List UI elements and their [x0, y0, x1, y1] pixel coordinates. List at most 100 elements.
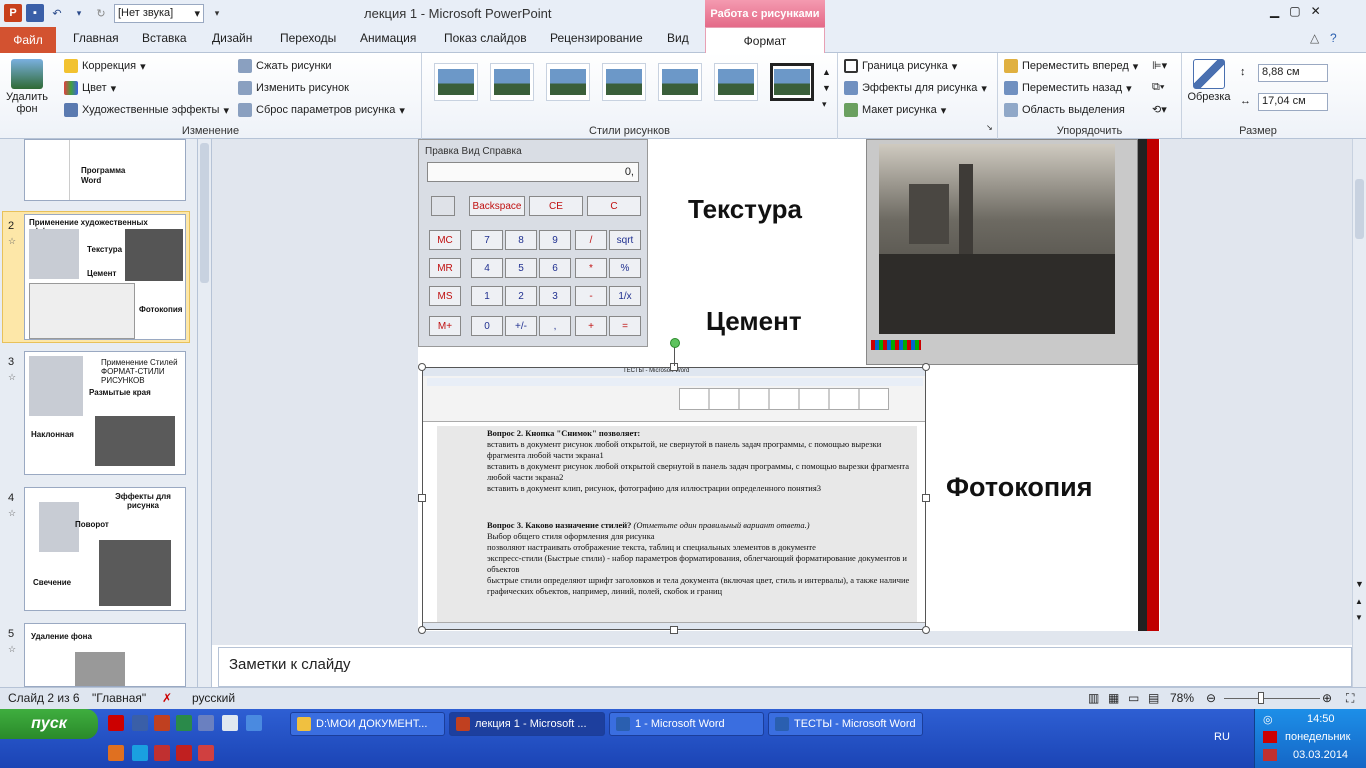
tab-view[interactable]: Вид	[667, 31, 689, 45]
change-picture-button[interactable]: Изменить рисунок	[238, 81, 349, 95]
spellcheck-icon[interactable]: ✗	[162, 691, 172, 705]
taskbar-task-powerpoint[interactable]: лекция 1 - Microsoft ...	[449, 712, 605, 736]
rotate-handle[interactable]	[670, 338, 680, 348]
resize-handle-top-right[interactable]	[922, 363, 930, 371]
app-icon[interactable]	[198, 715, 214, 731]
picture-style-6[interactable]	[714, 63, 758, 101]
texture-label[interactable]: Текстура	[688, 194, 802, 225]
slide-thumbnail-4[interactable]: Эффекты для рисунка Поворот Свечение	[24, 487, 186, 611]
correction-button[interactable]: Коррекция ▾	[64, 59, 146, 73]
language[interactable]: русский	[192, 691, 235, 705]
slide-thumbnail-5[interactable]: Удаление фона	[24, 623, 186, 687]
taskbar-task-word-1[interactable]: 1 - Microsoft Word	[609, 712, 764, 736]
taskbar-task-word-tests[interactable]: ТЕСТЫ - Microsoft Word	[768, 712, 923, 736]
slide-thumbnail-2[interactable]: Применение художественных эффектов Текст…	[24, 214, 186, 340]
start-button[interactable]: пуск	[0, 709, 98, 739]
zoom-slider-thumb[interactable]	[1258, 692, 1264, 704]
scroll-thumb[interactable]	[1355, 179, 1364, 239]
styles-more-icon[interactable]: ▾	[822, 99, 827, 110]
taskbar-task-explorer[interactable]: D:\МОИ ДОКУМЕНТ...	[290, 712, 445, 736]
star-app-icon[interactable]	[222, 715, 238, 731]
minimize-ribbon-icon[interactable]: △	[1310, 31, 1319, 45]
tray-app-icon[interactable]	[1263, 749, 1277, 761]
redo-icon[interactable]: ↻	[92, 4, 110, 22]
picture-border-button[interactable]: Граница рисунка ▾	[844, 59, 957, 73]
tools-icon[interactable]	[108, 745, 124, 761]
resize-handle-right[interactable]	[922, 494, 930, 502]
fit-slide-icon[interactable]: ⛶	[1346, 691, 1354, 706]
sound-combo[interactable]: [Нет звука] ▾	[114, 3, 204, 23]
picture-layout-button[interactable]: Макет рисунка ▾	[844, 103, 946, 117]
slide-thumbnail-1[interactable]: Программа Word	[24, 139, 186, 201]
tab-transitions[interactable]: Переходы	[280, 31, 336, 45]
clock-time[interactable]: 14:50	[1307, 713, 1335, 725]
tab-insert[interactable]: Вставка	[142, 31, 187, 45]
tab-format[interactable]: Формат	[705, 27, 825, 53]
tab-animation[interactable]: Анимация	[360, 31, 416, 45]
height-input[interactable]: 8,88 см	[1258, 64, 1328, 82]
slide-scrollbar[interactable]: ▼ ▲ ▼	[1352, 139, 1366, 687]
maximize-icon[interactable]: ▢	[1289, 4, 1300, 18]
excel-app-icon[interactable]	[176, 715, 192, 731]
zoom-in-icon[interactable]: ⊕	[1322, 691, 1332, 705]
keyboard-language[interactable]: RU	[1214, 731, 1230, 743]
zoom-slider[interactable]	[1224, 698, 1320, 699]
styles-scroll-up-icon[interactable]: ▲	[822, 67, 831, 77]
picture-effects-button[interactable]: Эффекты для рисунка ▾	[844, 81, 987, 95]
next-slide-icon[interactable]: ▼	[1355, 613, 1363, 622]
picture-style-1[interactable]	[434, 63, 478, 101]
picture-style-5[interactable]	[658, 63, 702, 101]
help-icon[interactable]: ?	[1330, 31, 1337, 45]
resize-handle-bottom[interactable]	[670, 626, 678, 634]
picture-style-7[interactable]	[770, 63, 814, 101]
app-icon[interactable]	[154, 745, 170, 761]
resize-handle-bottom-right[interactable]	[922, 626, 930, 634]
save-icon[interactable]: ▪	[26, 4, 44, 22]
ati-icon[interactable]	[1263, 731, 1277, 743]
tab-design[interactable]: Дизайн	[212, 31, 252, 45]
tab-review[interactable]: Рецензирование	[550, 31, 643, 45]
reading-view-icon[interactable]: ▭	[1128, 691, 1139, 705]
tab-home[interactable]: Главная	[73, 31, 119, 45]
bring-forward-button[interactable]: Переместить вперед ▾	[1004, 59, 1138, 73]
opera-icon[interactable]	[108, 715, 124, 731]
align-icon[interactable]: ⊫▾	[1152, 59, 1167, 72]
crop-button[interactable]: Обрезка	[1186, 59, 1232, 103]
network-icon[interactable]: ◎	[1263, 713, 1273, 726]
reset-picture-button[interactable]: Сброс параметров рисунка ▾	[238, 103, 405, 117]
zoom-level[interactable]: 78%	[1170, 691, 1194, 705]
cement-label[interactable]: Цемент	[706, 306, 802, 337]
save-app-icon[interactable]	[132, 715, 148, 731]
customize-qat-icon[interactable]: ▾	[208, 4, 226, 22]
zoom-out-icon[interactable]: ⊖	[1206, 691, 1216, 705]
powerpoint-app-icon[interactable]	[154, 715, 170, 731]
app-icon[interactable]	[198, 745, 214, 761]
styles-scroll-down-icon[interactable]: ▼	[822, 83, 831, 93]
close-icon[interactable]: ✕	[1311, 4, 1321, 18]
color-button[interactable]: Цвет ▾	[64, 81, 116, 95]
picture-style-3[interactable]	[546, 63, 590, 101]
download-icon[interactable]	[176, 745, 192, 761]
tab-file[interactable]: Файл	[0, 27, 56, 53]
word-document-picture[interactable]: ТЕСТЫ - Microsoft Word Вопрос 2. Кнопка …	[422, 367, 926, 630]
resize-handle-bottom-left[interactable]	[418, 626, 426, 634]
tab-slideshow[interactable]: Показ слайдов	[444, 31, 527, 45]
powerpoint-logo-icon[interactable]: P	[4, 4, 22, 22]
castle-photo-picture[interactable]	[866, 139, 1138, 365]
undo-dropdown-icon[interactable]: ▾	[70, 4, 88, 22]
slides-panel-scrollbar[interactable]	[198, 139, 212, 687]
send-backward-button[interactable]: Переместить назад ▾	[1004, 81, 1132, 95]
rotate-icon[interactable]: ⟲▾	[1152, 103, 1167, 116]
skype-icon[interactable]	[132, 745, 148, 761]
messenger-icon[interactable]	[246, 715, 262, 731]
width-input[interactable]: 17,04 см	[1258, 93, 1328, 111]
dialog-launcher-icon[interactable]: ↘	[986, 123, 993, 132]
undo-icon[interactable]: ↶	[48, 4, 66, 22]
art-effects-button[interactable]: Художественные эффекты ▾	[64, 103, 229, 117]
calculator-picture[interactable]: Правка Вид Справка 0, Backspace CE C MC …	[418, 139, 648, 347]
slide-thumbnail-3[interactable]: Применение Стилей ФОРМАТ-СТИЛИ РИСУНКОВ …	[24, 351, 186, 475]
theme-name[interactable]: "Главная"	[92, 691, 146, 705]
normal-view-icon[interactable]: ▥	[1088, 691, 1099, 705]
resize-handle-left[interactable]	[418, 494, 426, 502]
scroll-down-icon[interactable]: ▼	[1355, 579, 1364, 589]
